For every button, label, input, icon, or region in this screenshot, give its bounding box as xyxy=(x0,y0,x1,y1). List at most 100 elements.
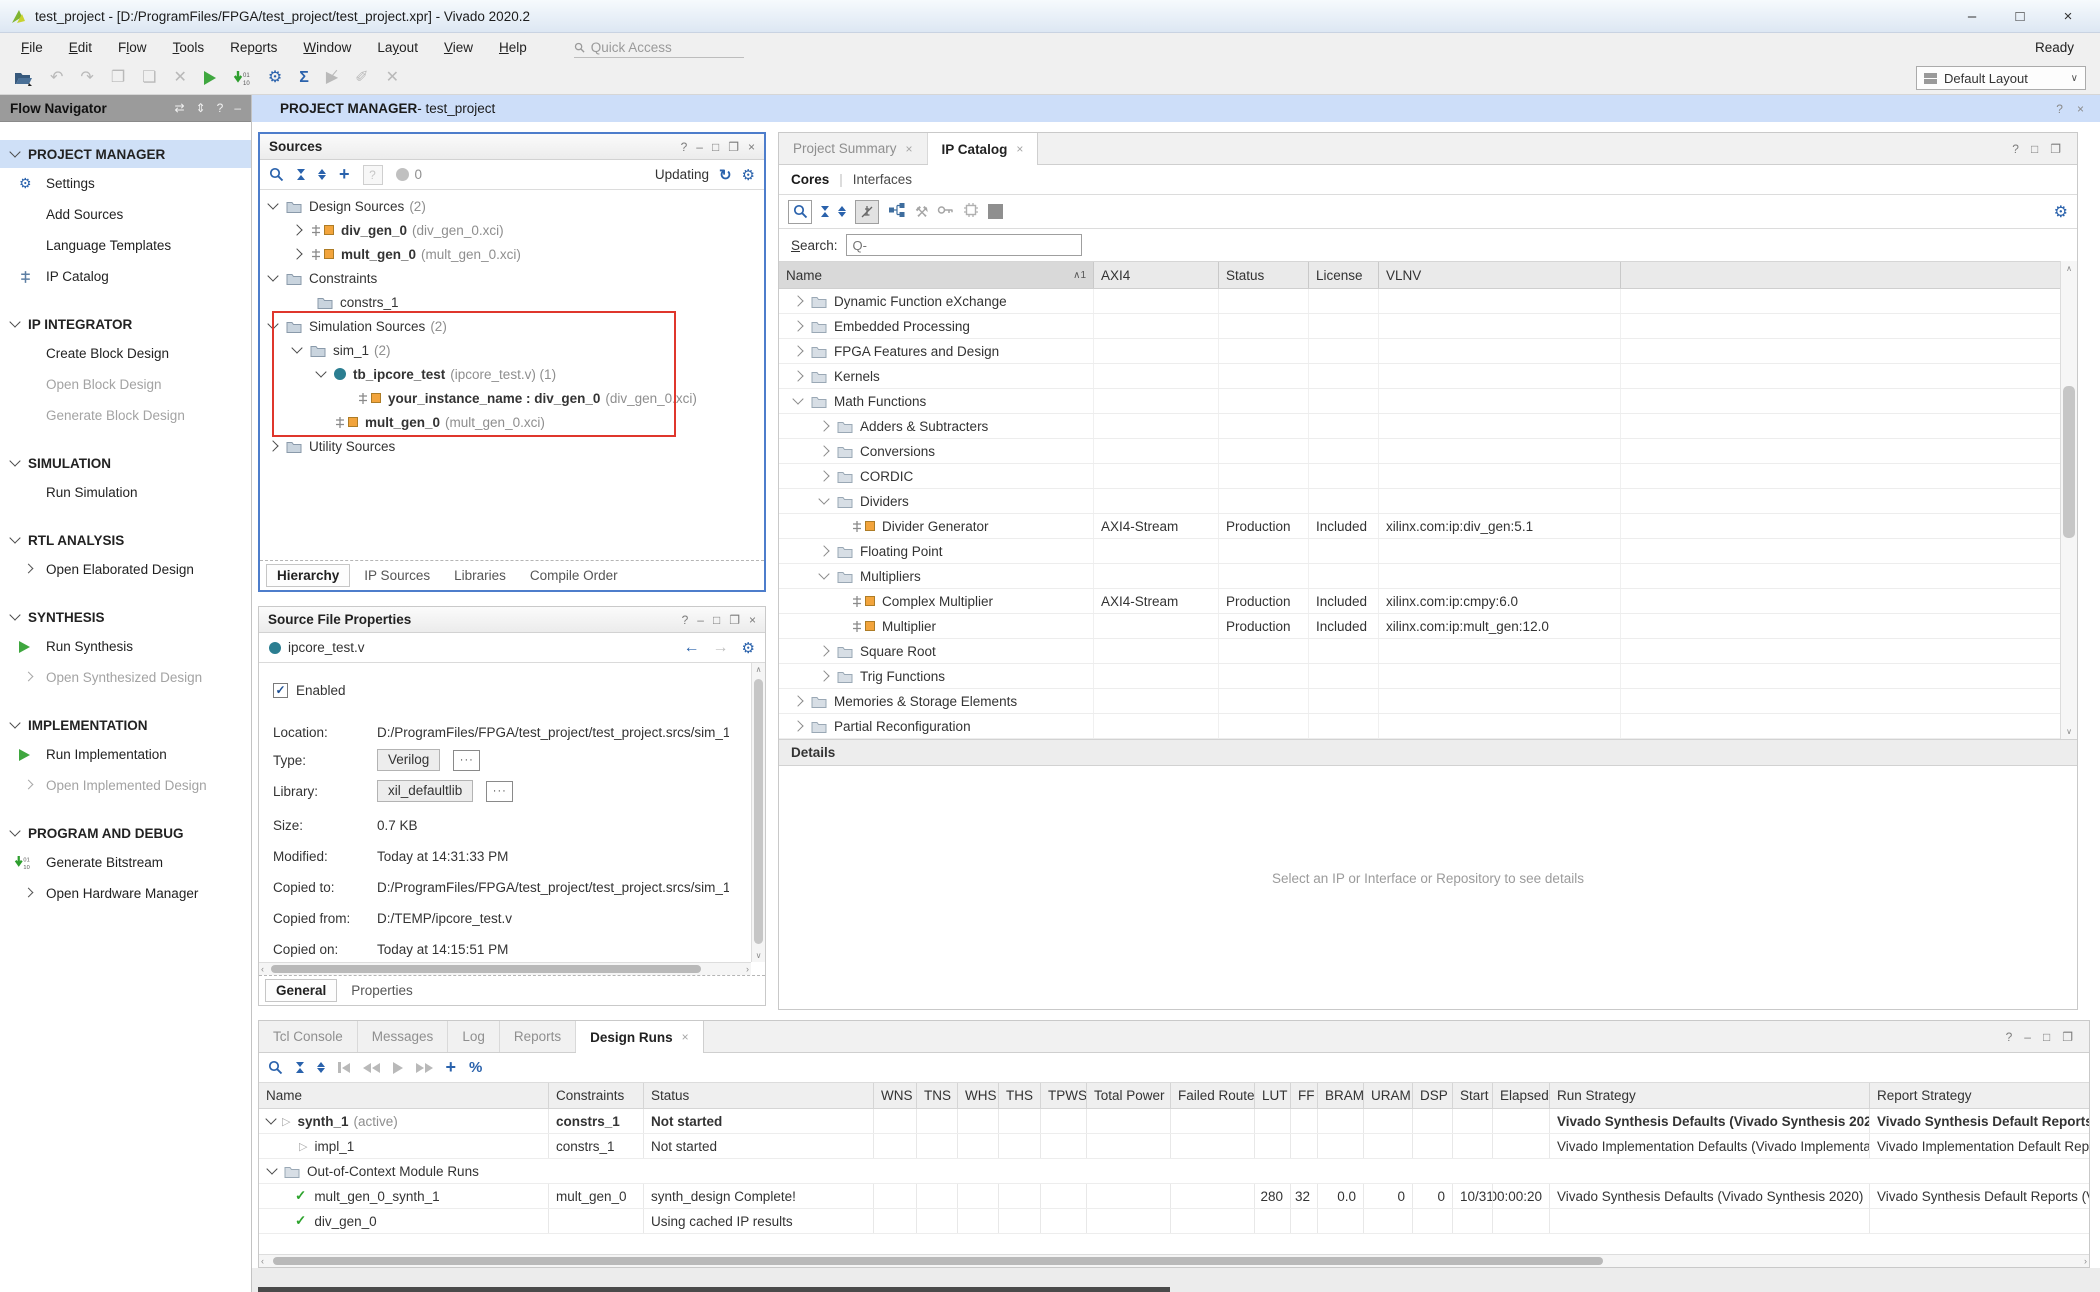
search-icon[interactable] xyxy=(788,200,812,224)
tab-design-runs[interactable]: Design Runs × xyxy=(576,1021,704,1053)
nav-item-open-elaborated-design[interactable]: Open Elaborated Design xyxy=(0,554,251,585)
column-header[interactable]: TPWS xyxy=(1041,1083,1087,1108)
run-expander-icon[interactable]: ▷ xyxy=(282,1115,290,1128)
table-row[interactable]: ✓div_gen_0 Using cached IP results xyxy=(259,1209,2089,1234)
close-window-icon[interactable]: × xyxy=(2046,8,2090,25)
refresh-icon[interactable]: ↻ xyxy=(719,166,732,184)
chevron-right-icon[interactable] xyxy=(818,645,829,656)
nav-item-create-block-design[interactable]: Create Block Design xyxy=(0,338,251,369)
details-toggle-icon[interactable] xyxy=(988,204,1003,219)
license-key-icon[interactable] xyxy=(937,204,954,219)
checkbox-checked-icon[interactable]: ✓ xyxy=(273,683,288,698)
column-header[interactable]: THS xyxy=(999,1083,1041,1108)
tab-tcl-console[interactable]: Tcl Console xyxy=(259,1021,358,1052)
maximize-panel-icon[interactable]: □ xyxy=(2043,1030,2050,1044)
nav-item-settings[interactable]: ⚙Settings xyxy=(0,168,251,199)
tree-row[interactable]: mult_gen_0(mult_gen_0.xci) xyxy=(260,242,764,266)
add-sources-icon[interactable]: + xyxy=(339,164,350,185)
table-row[interactable]: CORDIC xyxy=(779,464,2077,489)
expand-all-icon[interactable] xyxy=(838,206,846,218)
expand-all-icon[interactable] xyxy=(318,169,326,181)
nav-header-synthesis[interactable]: SYNTHESIS xyxy=(0,603,251,631)
run-expander-icon[interactable]: ▷ xyxy=(299,1140,307,1153)
close-icon[interactable]: × xyxy=(682,1030,689,1044)
nav-item-language-templates[interactable]: Language Templates xyxy=(0,230,251,261)
expand-all-icon[interactable] xyxy=(317,1062,325,1074)
search-icon[interactable] xyxy=(269,167,284,182)
chevron-down-icon[interactable] xyxy=(267,318,278,329)
tree-row[interactable]: constrs_1 xyxy=(260,290,764,314)
sfp-panel-title[interactable]: Source File Properties ? ‒ □ ❐ × xyxy=(259,607,765,633)
chip-icon[interactable] xyxy=(963,202,979,221)
run-icon[interactable] xyxy=(204,71,216,85)
table-row[interactable]: Kernels xyxy=(779,364,2077,389)
table-row[interactable]: ▷synth_1(active) constrs_1 Not started V… xyxy=(259,1109,2089,1134)
scroll-right-icon[interactable]: › xyxy=(746,963,749,975)
collapse-all-icon[interactable] xyxy=(296,1062,304,1074)
scroll-left-icon[interactable]: ‹ xyxy=(261,1255,264,1267)
layout-selector[interactable]: Default Layout ∨ xyxy=(1916,66,2086,90)
scroll-right-icon[interactable]: › xyxy=(2084,1255,2087,1267)
column-header[interactable]: WNS xyxy=(874,1083,917,1108)
column-header[interactable]: Report Strategy xyxy=(1870,1083,2089,1108)
settings-gear-icon[interactable]: ⚙ xyxy=(268,70,282,86)
nav-item-add-sources[interactable]: Add Sources xyxy=(0,199,251,230)
close-panel-icon[interactable]: × xyxy=(748,140,755,154)
chevron-right-icon[interactable] xyxy=(818,670,829,681)
collapse-all-icon[interactable] xyxy=(821,206,829,218)
scrollbar-thumb[interactable] xyxy=(271,965,701,973)
column-header[interactable]: Name xyxy=(259,1083,549,1108)
table-group-row[interactable]: Out-of-Context Module Runs xyxy=(259,1159,2089,1184)
subtab-interfaces[interactable]: Interfaces xyxy=(853,172,912,187)
collapse-all-icon[interactable] xyxy=(297,169,305,181)
chevron-right-icon[interactable] xyxy=(792,695,803,706)
table-row[interactable]: Multipliers xyxy=(779,564,2077,589)
column-header-vlnv[interactable]: VLNV xyxy=(1379,262,1621,288)
column-header-status[interactable]: Status xyxy=(1219,262,1309,288)
float-panel-icon[interactable]: ❐ xyxy=(2050,142,2061,156)
column-header[interactable]: URAM xyxy=(1364,1083,1413,1108)
chevron-right-icon[interactable] xyxy=(792,320,803,331)
column-header-name[interactable]: Name ∧1 xyxy=(779,262,1094,288)
generate-bitstream-icon[interactable]: 0110 xyxy=(233,70,251,87)
table-row[interactable]: Embedded Processing xyxy=(779,314,2077,339)
menu-help[interactable]: Help xyxy=(486,36,540,59)
tab-reports[interactable]: Reports xyxy=(500,1021,576,1052)
chevron-down-icon[interactable] xyxy=(265,1113,276,1124)
chevron-right-icon[interactable] xyxy=(818,445,829,456)
close-icon[interactable]: × xyxy=(1016,142,1023,156)
tree-row[interactable]: Constraints xyxy=(260,266,764,290)
dock-icon[interactable]: ⇄ xyxy=(175,101,185,115)
chevron-right-icon[interactable] xyxy=(291,248,302,259)
library-value-box[interactable]: xil_defaultlib xyxy=(377,780,473,802)
column-header-license[interactable]: License xyxy=(1309,262,1379,288)
help-icon[interactable]: ? xyxy=(2006,1030,2013,1044)
redo-icon[interactable]: ↷ xyxy=(80,70,93,86)
step-back-icon[interactable] xyxy=(363,1063,380,1073)
minimize-panel-icon[interactable]: ‒ xyxy=(2024,1030,2031,1044)
ip-hierarchy-icon[interactable] xyxy=(888,202,906,221)
paste-icon[interactable]: ❏ xyxy=(142,70,156,86)
chevron-right-icon[interactable] xyxy=(267,440,278,451)
column-header[interactable]: Status xyxy=(644,1083,874,1108)
nav-item-open-synthesized-design[interactable]: Open Synthesized Design xyxy=(0,662,251,693)
chevron-right-icon[interactable] xyxy=(291,224,302,235)
table-row[interactable]: ✓mult_gen_0_synth_1 mult_gen_0 synth_des… xyxy=(259,1184,2089,1209)
customize-wrench-icon[interactable]: ⚒ xyxy=(915,203,928,221)
type-value-box[interactable]: Verilog xyxy=(377,749,440,771)
horizontal-scrollbar[interactable]: ‹ › xyxy=(259,1254,2089,1267)
nav-item-run-implementation[interactable]: Run Implementation xyxy=(0,739,251,770)
table-row[interactable]: Floating Point xyxy=(779,539,2077,564)
column-header[interactable]: Elapsed xyxy=(1493,1083,1550,1108)
menu-edit[interactable]: Edit xyxy=(56,36,105,59)
tree-row[interactable]: Design Sources(2) xyxy=(260,194,764,218)
gear-icon[interactable]: ⚙ xyxy=(742,166,755,184)
table-row[interactable]: MultiplierProductionIncludedxilinx.com:i… xyxy=(779,614,2077,639)
chevron-down-icon[interactable] xyxy=(818,568,829,579)
column-header[interactable]: Failed Routes xyxy=(1171,1083,1255,1108)
forward-arrow-icon[interactable]: → xyxy=(713,639,729,657)
chevron-down-icon[interactable] xyxy=(267,270,278,281)
search-icon[interactable] xyxy=(268,1060,283,1075)
chevron-right-icon[interactable] xyxy=(818,470,829,481)
nav-item-open-block-design[interactable]: Open Block Design xyxy=(0,369,251,400)
